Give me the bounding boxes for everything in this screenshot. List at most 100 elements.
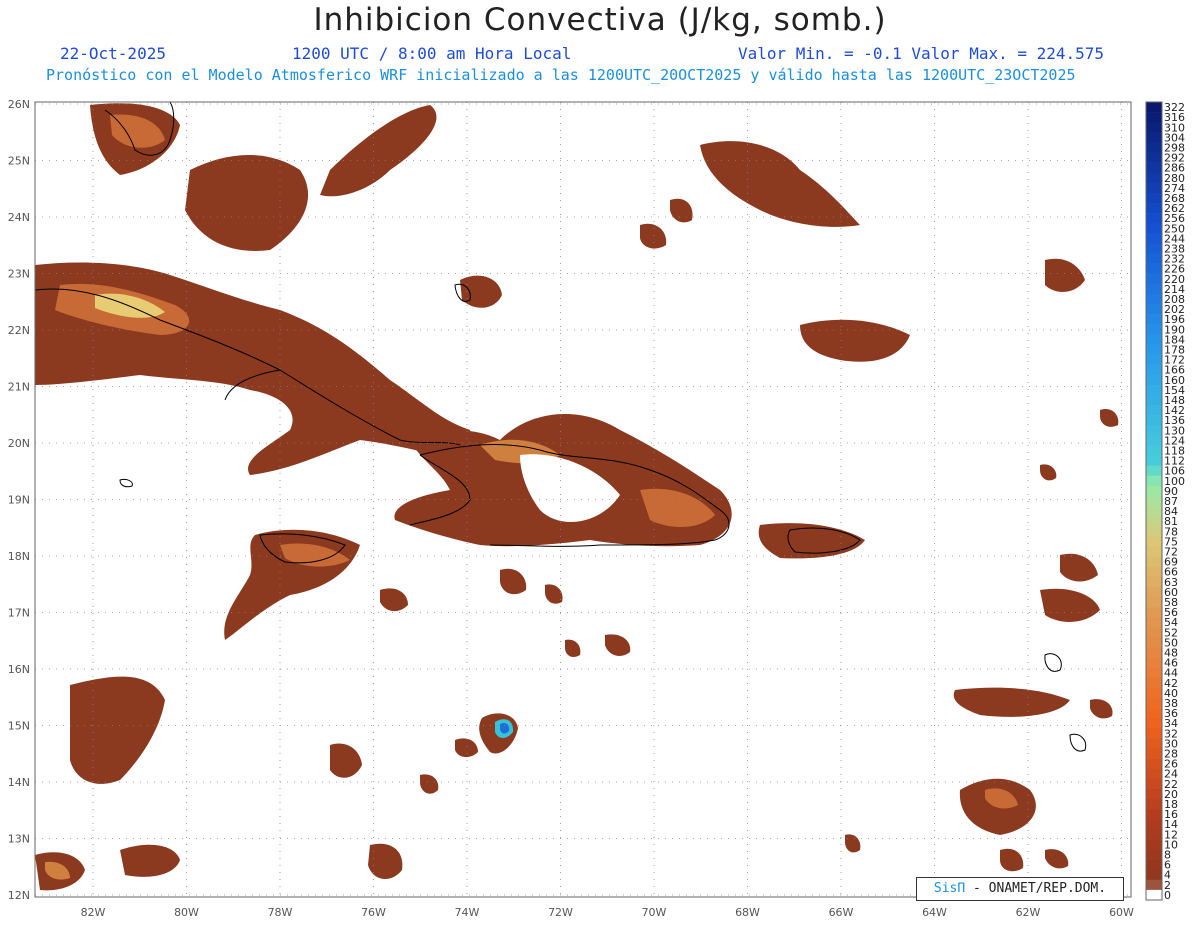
cin-field xyxy=(35,103,1119,891)
colorbar-swatch xyxy=(1146,728,1162,739)
colorbar-swatch xyxy=(1146,394,1162,406)
lon-label: 68W xyxy=(735,906,760,919)
colorbar-swatch xyxy=(1146,708,1162,719)
colorbar-swatch xyxy=(1146,667,1162,679)
colorbar-swatch xyxy=(1146,647,1162,658)
lon-label: 74W xyxy=(455,906,480,919)
colorbar-swatch xyxy=(1146,344,1162,355)
colorbar-swatch xyxy=(1146,122,1162,133)
colorbar-swatch xyxy=(1146,334,1162,345)
colorbar-swatch xyxy=(1146,495,1162,507)
colorbar-swatch xyxy=(1146,455,1162,466)
colorbar-swatch xyxy=(1146,142,1162,153)
colorbar-swatch xyxy=(1146,536,1162,547)
lon-label: 62W xyxy=(1016,906,1041,919)
colorbar-swatch xyxy=(1146,415,1162,426)
lon-label: 76W xyxy=(361,906,386,919)
lat-label: 25N xyxy=(8,155,30,168)
colorbar-swatch xyxy=(1146,879,1162,891)
colorbar-swatch xyxy=(1146,223,1162,234)
colorbar-swatch xyxy=(1146,324,1162,335)
colorbar-swatch xyxy=(1146,566,1162,578)
colorbar-swatch xyxy=(1146,243,1162,254)
colorbar-swatch xyxy=(1146,203,1162,214)
colorbar-swatch xyxy=(1146,556,1162,567)
colorbar-swatch xyxy=(1146,586,1162,598)
colorbar-swatch xyxy=(1146,182,1162,194)
colorbar-swatch xyxy=(1146,748,1162,759)
colorbar-swatch xyxy=(1146,516,1162,527)
colorbar-swatch xyxy=(1146,506,1162,517)
credit-text: - ONAMET/REP.DOM. xyxy=(965,881,1107,896)
colorbar-swatch xyxy=(1146,526,1162,537)
colorbar-swatch xyxy=(1146,576,1162,588)
lat-label: 20N xyxy=(8,437,30,450)
colorbar-swatch xyxy=(1146,253,1162,264)
colorbar-swatch xyxy=(1146,819,1162,830)
colorbar-swatch xyxy=(1146,687,1162,699)
colorbar-swatch xyxy=(1146,677,1162,689)
colorbar-swatch xyxy=(1146,465,1162,477)
colorbar-swatch xyxy=(1146,485,1162,497)
lon-label: 70W xyxy=(642,906,667,919)
colorbar-swatch xyxy=(1146,889,1162,901)
colorbar-swatch xyxy=(1146,738,1162,749)
colorbar-swatch xyxy=(1146,354,1162,365)
colorbar-swatch xyxy=(1146,405,1162,416)
lat-label: 18N xyxy=(8,550,30,563)
colorbar-swatch xyxy=(1146,607,1162,618)
colorbar-swatch xyxy=(1146,102,1162,113)
lat-label: 19N xyxy=(8,494,30,507)
lat-label: 13N xyxy=(8,833,30,846)
colorbar-swatch xyxy=(1146,809,1162,820)
colorbar-swatch xyxy=(1146,162,1162,174)
colorbar-swatch xyxy=(1146,758,1162,769)
colorbar-swatch xyxy=(1146,445,1162,456)
lat-label: 22N xyxy=(8,324,30,337)
colorbar-swatch xyxy=(1146,172,1162,184)
colorbar-swatch xyxy=(1146,314,1162,325)
colorbar-swatch xyxy=(1146,384,1162,396)
colorbar-swatch xyxy=(1146,283,1162,295)
lat-label: 12N xyxy=(8,889,30,902)
lat-label: 26N xyxy=(8,98,30,111)
colorbar-swatch xyxy=(1146,778,1162,790)
lat-label: 15N xyxy=(8,720,30,733)
colorbar-swatch xyxy=(1146,263,1162,275)
colorbar-swatch xyxy=(1146,374,1162,386)
lon-label: 78W xyxy=(268,906,293,919)
colorbar-swatch xyxy=(1146,425,1162,436)
colorbar-swatch xyxy=(1146,546,1162,557)
lat-label: 14N xyxy=(8,776,30,789)
colorbar-swatch xyxy=(1146,213,1162,224)
colorbar-swatch xyxy=(1146,364,1162,376)
lon-label: 72W xyxy=(548,906,573,919)
colorbar-swatch xyxy=(1146,859,1162,870)
colorbar-swatch xyxy=(1146,152,1162,163)
lon-label: 82W xyxy=(81,906,106,919)
map-canvas: 82W 80W 78W 76W 74W 72W 70W 68W 66W 64W 62W 60W 12N 1… xyxy=(8,98,1185,919)
lat-label: 23N xyxy=(8,268,30,281)
colorbar-swatch xyxy=(1146,304,1162,315)
colorbar: 3223163103042982922862802742682622562502… xyxy=(1145,101,1185,902)
colorbar-swatch xyxy=(1146,637,1162,648)
colorbar-swatch xyxy=(1146,798,1162,810)
colorbar-swatch xyxy=(1146,718,1162,729)
lat-label: 24N xyxy=(8,211,30,224)
colorbar-swatch xyxy=(1146,617,1162,628)
lon-label: 80W xyxy=(174,906,199,919)
colorbar-swatch xyxy=(1146,849,1162,860)
lon-label: 64W xyxy=(922,906,947,919)
colorbar-swatch xyxy=(1146,627,1162,638)
colorbar-swatch xyxy=(1146,839,1162,850)
credit-box: SisΠ - ONAMET/REP.DOM. xyxy=(916,877,1124,901)
colorbar-swatch xyxy=(1146,132,1162,143)
colorbar-swatch xyxy=(1146,435,1162,446)
colorbar-swatch xyxy=(1146,869,1162,881)
colorbar-swatch xyxy=(1146,596,1162,608)
lat-label: 21N xyxy=(8,381,30,394)
lat-label: 17N xyxy=(8,607,30,620)
colorbar-swatch xyxy=(1146,697,1162,709)
sispi-logo: SisΠ xyxy=(933,881,966,896)
colorbar-label: 0 xyxy=(1164,889,1171,902)
